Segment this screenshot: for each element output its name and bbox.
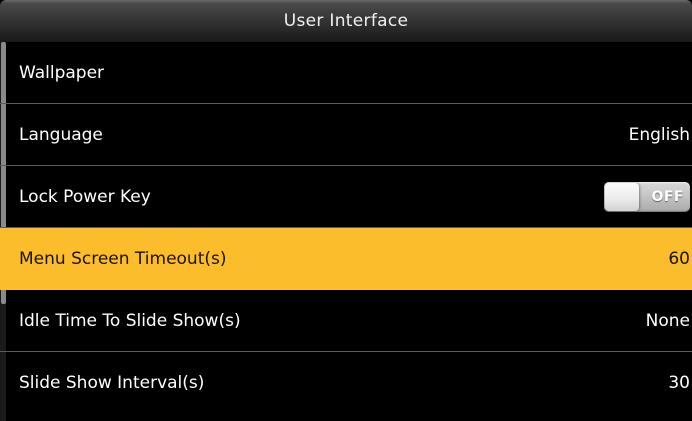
menu-item-value: 60 [668,248,690,269]
menu-list: Wallpaper Language English Lock Power Ke… [0,42,692,421]
menu-item-value: English [628,124,690,145]
title-bar: User Interface [0,0,692,42]
menu-item-value: 30 [668,373,690,393]
menu-item-label: Lock Power Key [19,186,151,207]
toggle-state-label: OFF [651,188,684,205]
menu-item-slide-show-interval[interactable]: Slide Show Interval(s) 30 [0,352,692,414]
menu-item-label: Language [19,124,103,145]
menu-item-menu-screen-timeout[interactable]: Menu Screen Timeout(s) 60 [0,228,692,290]
menu-item-idle-time-to-slide-show[interactable]: Idle Time To Slide Show(s) None [0,290,692,352]
menu-item-language[interactable]: Language English [0,104,692,166]
menu-item-value: None [645,310,690,331]
menu-item-lock-power-key[interactable]: Lock Power Key OFF [0,166,692,228]
lock-power-key-toggle[interactable]: OFF [604,181,690,212]
toggle-knob [605,182,639,211]
menu-item-wallpaper[interactable]: Wallpaper [0,42,692,104]
menu-item-label: Menu Screen Timeout(s) [19,248,227,269]
menu-item-label: Idle Time To Slide Show(s) [19,310,241,331]
menu-item-label: Wallpaper [19,62,105,83]
menu-item-label: Slide Show Interval(s) [19,373,205,393]
page-title: User Interface [283,11,409,31]
